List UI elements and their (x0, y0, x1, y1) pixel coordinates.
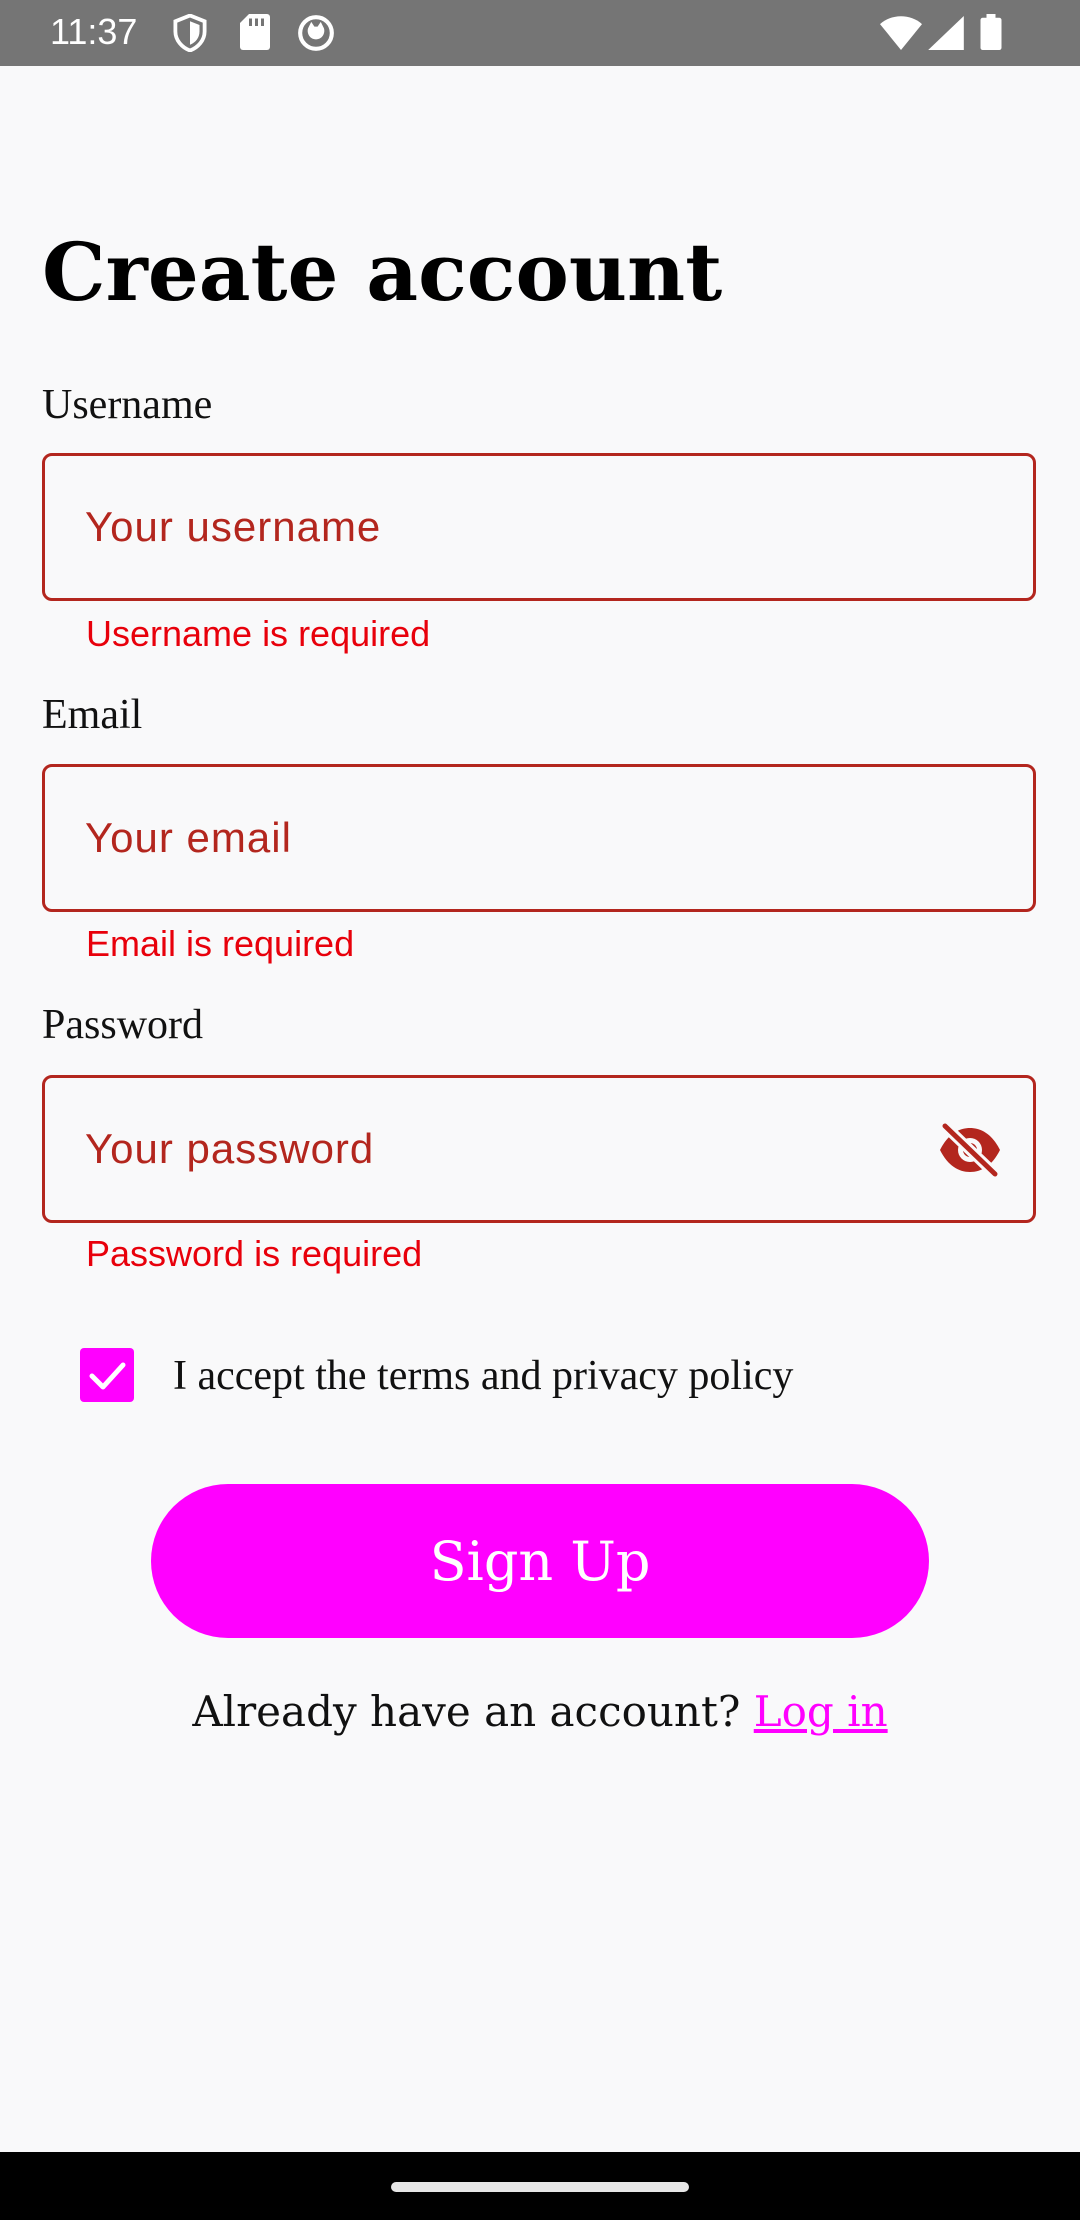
eye-off-icon[interactable] (937, 1120, 1003, 1180)
login-link[interactable]: Log in (754, 1687, 888, 1736)
page-title: Create account (42, 225, 723, 319)
email-field[interactable] (42, 764, 1036, 912)
login-prompt-text: Already have an account? (192, 1687, 741, 1736)
status-time: 11:37 (50, 11, 138, 52)
cell-signal-icon (928, 16, 964, 54)
password-input[interactable] (85, 1078, 905, 1220)
shield-icon (172, 14, 208, 52)
terms-label: I accept the terms and privacy policy (173, 1353, 794, 1399)
email-error: Email is required (86, 923, 355, 964)
sd-card-icon (240, 14, 270, 52)
home-handle[interactable] (391, 2182, 689, 2192)
navigation-bar (0, 2152, 1080, 2220)
app-notification-icon (297, 14, 335, 52)
sign-up-button[interactable]: Sign Up (151, 1484, 929, 1638)
password-error: Password is required (86, 1233, 423, 1274)
battery-icon (980, 14, 1002, 52)
password-label: Password (42, 1002, 204, 1048)
username-input[interactable] (85, 456, 905, 598)
login-prompt-row: Already have an account? Log in (0, 1684, 1080, 1740)
password-field[interactable] (42, 1075, 1036, 1223)
username-error: Username is required (86, 613, 431, 654)
checkmark-icon (89, 1362, 126, 1390)
status-bar: 11:37 (0, 0, 1080, 66)
wifi-icon (880, 16, 922, 54)
email-input[interactable] (85, 767, 905, 909)
username-field[interactable] (42, 453, 1036, 601)
terms-checkbox[interactable] (80, 1348, 134, 1402)
username-label: Username (42, 382, 213, 428)
email-label: Email (42, 692, 143, 738)
